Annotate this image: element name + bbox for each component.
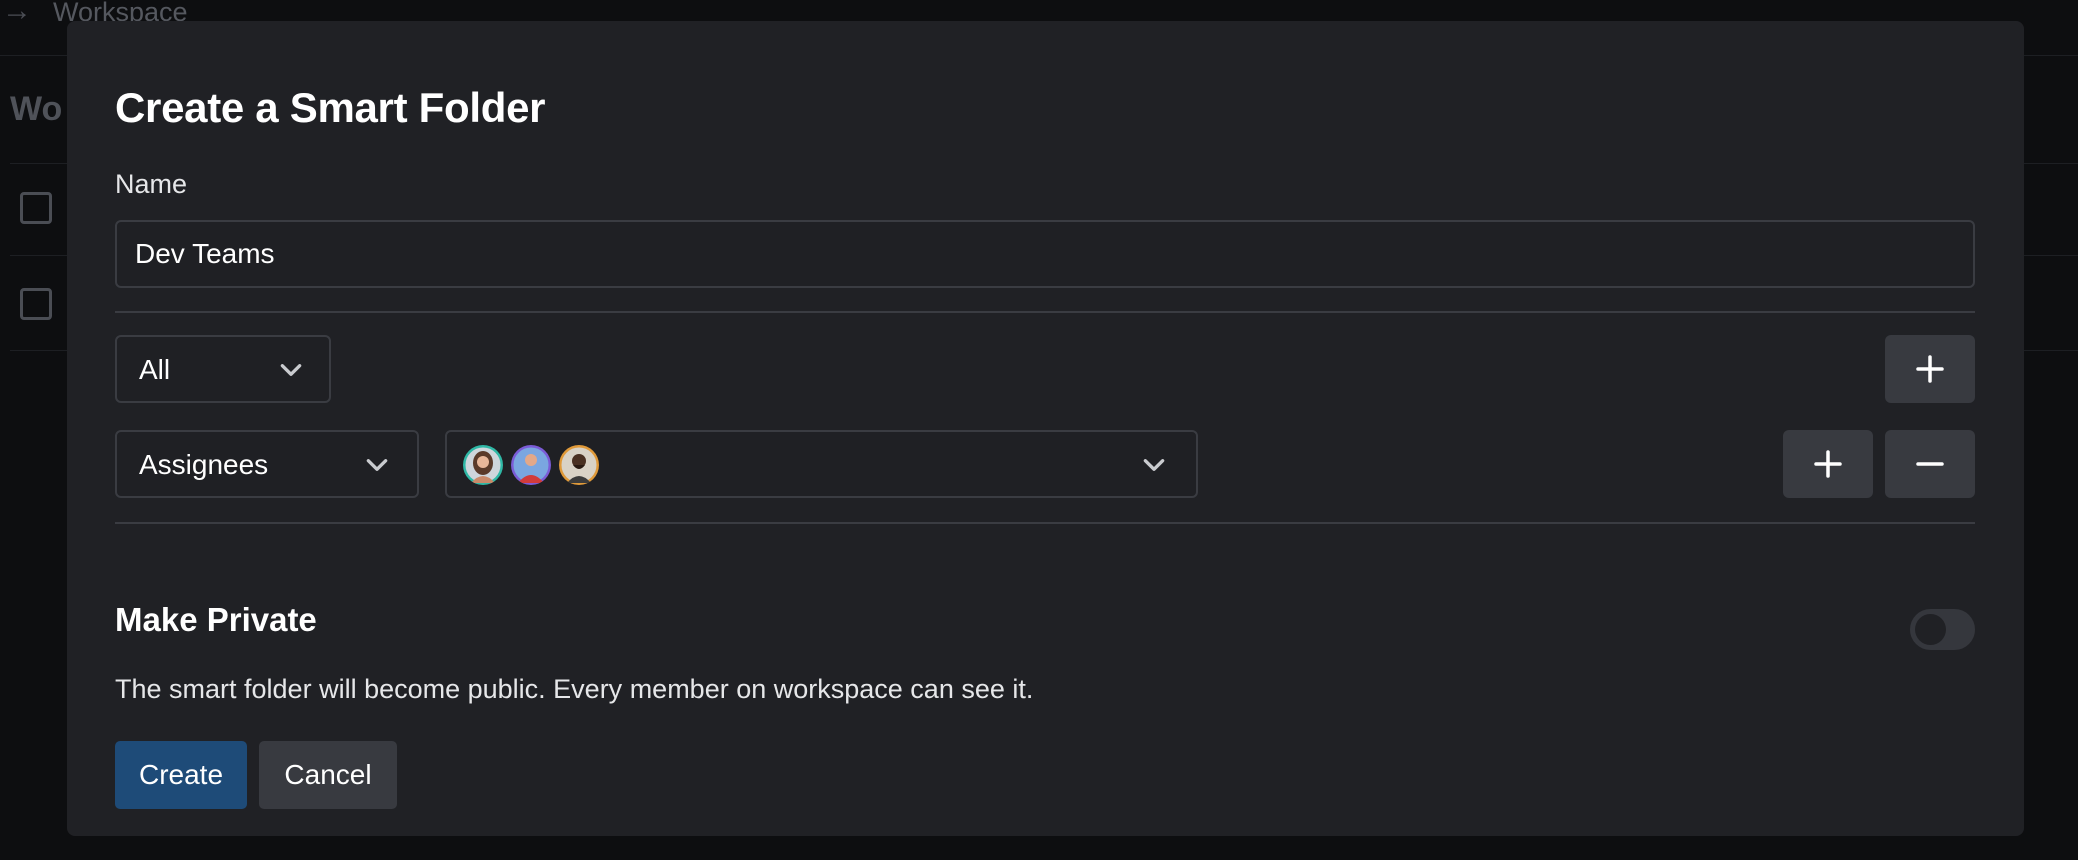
divider	[115, 311, 1975, 313]
arrow-right-icon: →	[2, 0, 32, 27]
make-private-toggle[interactable]	[1910, 609, 1975, 650]
avatar	[511, 445, 551, 485]
filter-field-select[interactable]: Assignees	[115, 430, 419, 498]
cancel-button[interactable]: Cancel	[259, 741, 397, 809]
filter-field-value: Assignees	[139, 449, 269, 480]
background-heading: Wo	[10, 90, 63, 128]
background-checkbox	[20, 288, 52, 320]
chevron-down-icon	[364, 452, 390, 478]
create-button[interactable]: Create	[115, 741, 247, 809]
divider	[115, 522, 1975, 524]
match-select-value: All	[139, 354, 171, 385]
background-checkbox	[20, 192, 52, 224]
assignees-select[interactable]	[445, 430, 1198, 498]
avatar	[559, 445, 599, 485]
avatar	[463, 445, 503, 485]
toggle-knob	[1915, 614, 1946, 645]
match-select[interactable]: All	[115, 335, 331, 403]
name-input[interactable]	[115, 220, 1975, 288]
chevron-down-icon	[278, 357, 304, 383]
minus-icon	[1916, 462, 1944, 466]
make-private-description: The smart folder will become public. Eve…	[115, 674, 1034, 704]
make-private-title: Make Private	[115, 601, 317, 638]
create-smart-folder-modal: Create a Smart Folder Name All Assignees	[67, 21, 2024, 836]
plus-icon	[1916, 355, 1944, 383]
add-filter-group-button[interactable]	[1885, 335, 1975, 403]
add-filter-button[interactable]	[1783, 430, 1873, 498]
name-label: Name	[115, 169, 188, 199]
remove-filter-button[interactable]	[1885, 430, 1975, 498]
modal-title: Create a Smart Folder	[115, 84, 546, 131]
chevron-down-icon	[1141, 452, 1167, 478]
plus-icon	[1814, 450, 1842, 478]
